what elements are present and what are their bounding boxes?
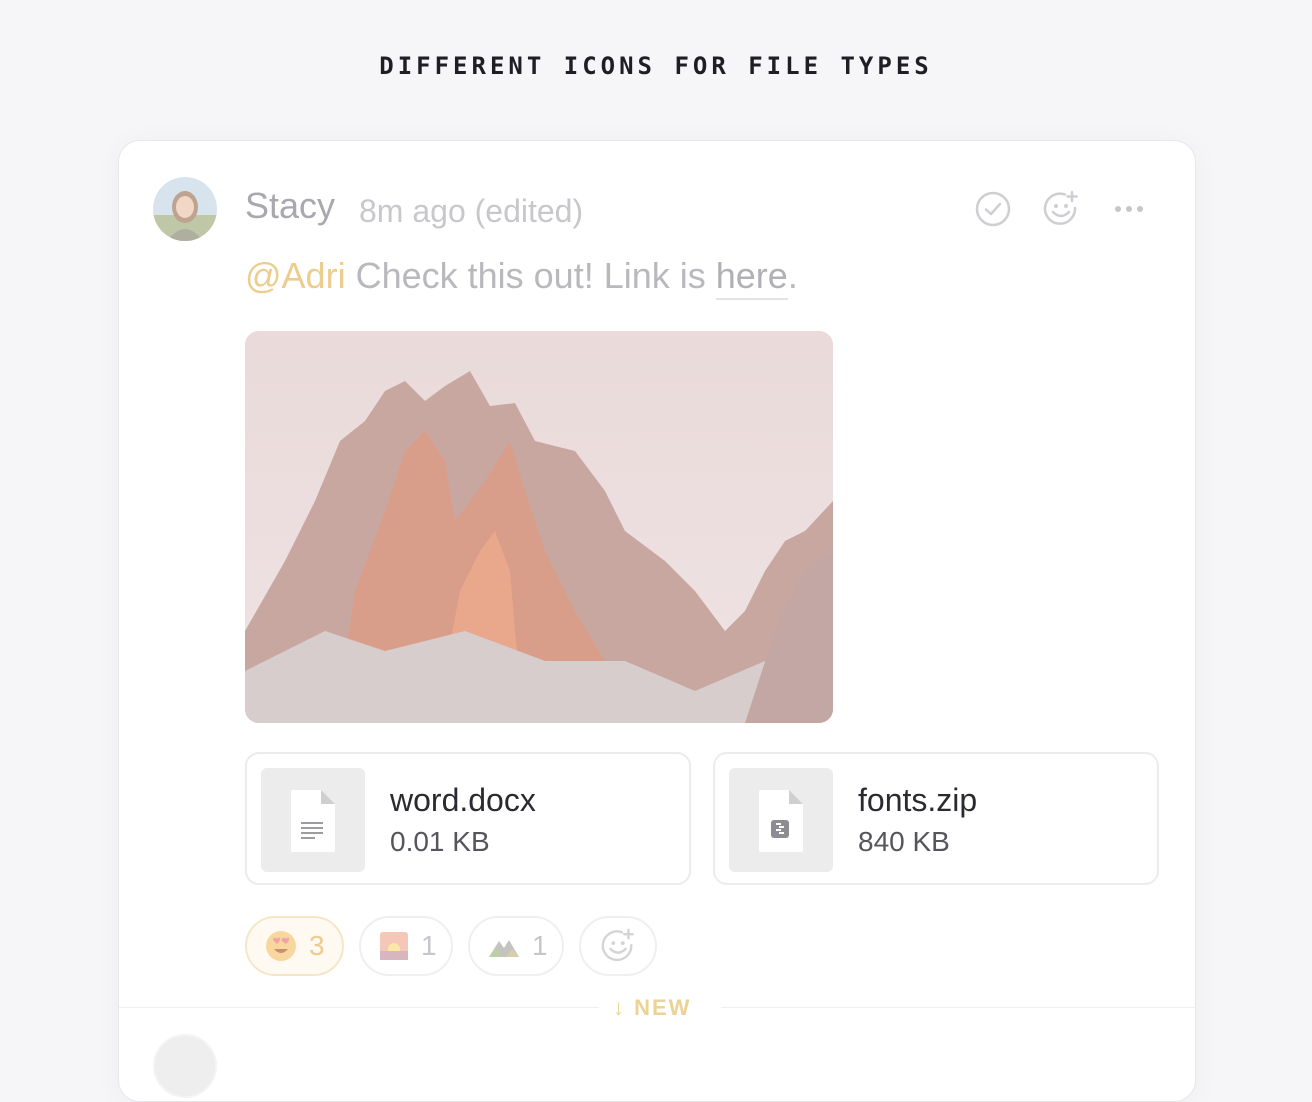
file-attachment-docx[interactable]: word.docx 0.01 KB (245, 752, 691, 885)
new-messages-label: ↓ NEW (613, 995, 692, 1020)
file-icon-box (729, 768, 833, 872)
resolve-button[interactable] (973, 189, 1013, 229)
file-name: word.docx (390, 782, 536, 818)
zip-archive-icon (759, 790, 803, 852)
reaction-count: 1 (421, 930, 437, 961)
reaction-count: 3 (309, 930, 325, 961)
file-name: fonts.zip (858, 782, 978, 818)
mention[interactable]: @Adri (245, 255, 346, 296)
add-reaction-button[interactable] (1041, 189, 1081, 229)
new-divider-left (119, 1007, 599, 1008)
add-reaction-pill[interactable] (579, 916, 657, 976)
page-heading: DIFFERENT ICONS FOR FILE TYPES (379, 52, 933, 80)
file-icon-box (261, 768, 365, 872)
reaction-heart-eyes[interactable]: 3 (245, 916, 344, 976)
author-name[interactable]: Stacy (245, 185, 335, 227)
message-link[interactable]: here (715, 255, 788, 300)
add-reaction-icon (601, 928, 634, 962)
reaction-mountain[interactable]: 1 (468, 916, 564, 976)
more-icon (1115, 206, 1143, 212)
mountain-emoji-icon (489, 940, 519, 957)
sunset-emoji-icon (380, 932, 408, 960)
file-size: 840 KB (858, 826, 950, 857)
next-message-avatar[interactable] (153, 1034, 217, 1098)
document-icon (291, 790, 335, 852)
avatar[interactable] (153, 177, 217, 241)
file-attachment-zip[interactable]: fonts.zip 840 KB (713, 752, 1159, 885)
message-card: Stacy 8m ago (edited) @Adri Check this o… (118, 140, 1196, 1102)
more-options-button[interactable] (1109, 189, 1149, 229)
reaction-count: 1 (532, 930, 548, 961)
image-attachment[interactable] (245, 331, 833, 723)
add-reaction-icon (1043, 190, 1078, 225)
heart-eyes-emoji-icon (266, 931, 296, 961)
message-body: @Adri Check this out! Link is here. (245, 255, 798, 300)
message-suffix: . (787, 255, 798, 296)
reaction-sunset[interactable]: 1 (359, 916, 453, 976)
check-circle-icon (975, 191, 1011, 227)
file-size: 0.01 KB (390, 826, 490, 857)
message-text: Check this out! Link is (345, 255, 716, 296)
mountain-photo (245, 331, 833, 723)
message-timestamp: 8m ago (edited) (359, 193, 584, 229)
new-divider-right (721, 1007, 1195, 1008)
